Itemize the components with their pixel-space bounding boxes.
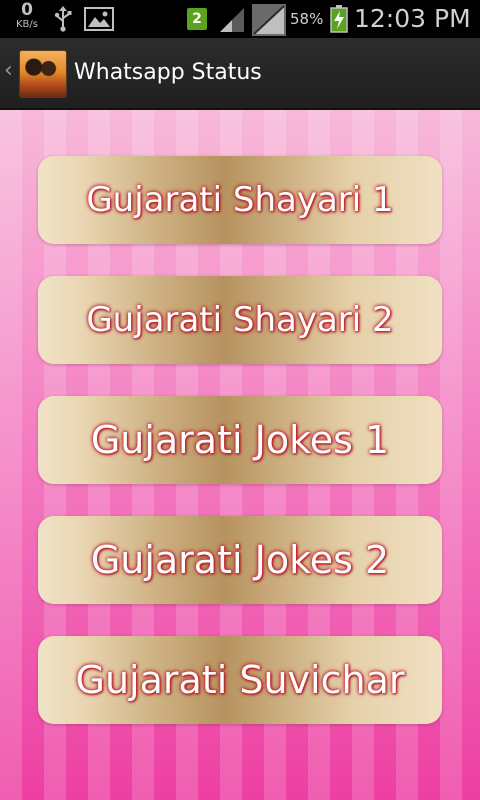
battery-charging-icon bbox=[330, 5, 348, 37]
gujarati-jokes-2-button[interactable]: Gujarati Jokes 2 bbox=[38, 516, 442, 604]
usb-icon bbox=[52, 6, 74, 36]
app-title: Whatsapp Status bbox=[74, 60, 262, 85]
main-menu: Gujarati Shayari 1 Gujarati Shayari 2 Gu… bbox=[0, 110, 480, 800]
app-icon[interactable] bbox=[19, 50, 67, 98]
button-label: Gujarati Jokes 1 bbox=[90, 418, 390, 462]
notification-badge: 2 bbox=[187, 8, 207, 30]
button-label: Gujarati Shayari 2 bbox=[86, 300, 394, 340]
action-bar: ‹ Whatsapp Status bbox=[0, 38, 480, 110]
network-speed-value: 0 bbox=[21, 0, 33, 20]
signal-strength-icon bbox=[252, 4, 286, 40]
status-bar: 0 KB/s 2 58% 12:03 PM bbox=[0, 0, 480, 38]
gujarati-shayari-2-button[interactable]: Gujarati Shayari 2 bbox=[38, 276, 442, 364]
clock: 12:03 PM bbox=[354, 4, 471, 33]
button-label: Gujarati Suvichar bbox=[75, 658, 405, 702]
button-label: Gujarati Jokes 2 bbox=[90, 538, 390, 582]
battery-percent: 58% bbox=[290, 10, 324, 28]
signal-icon bbox=[218, 6, 246, 38]
network-speed-unit: KB/s bbox=[16, 19, 38, 30]
gujarati-jokes-1-button[interactable]: Gujarati Jokes 1 bbox=[38, 396, 442, 484]
button-label: Gujarati Shayari 1 bbox=[86, 180, 394, 220]
network-speed: 0 KB/s bbox=[12, 2, 42, 30]
gallery-icon bbox=[84, 7, 114, 35]
gujarati-suvichar-button[interactable]: Gujarati Suvichar bbox=[38, 636, 442, 724]
back-chevron-icon[interactable]: ‹ bbox=[4, 58, 13, 83]
gujarati-shayari-1-button[interactable]: Gujarati Shayari 1 bbox=[38, 156, 442, 244]
